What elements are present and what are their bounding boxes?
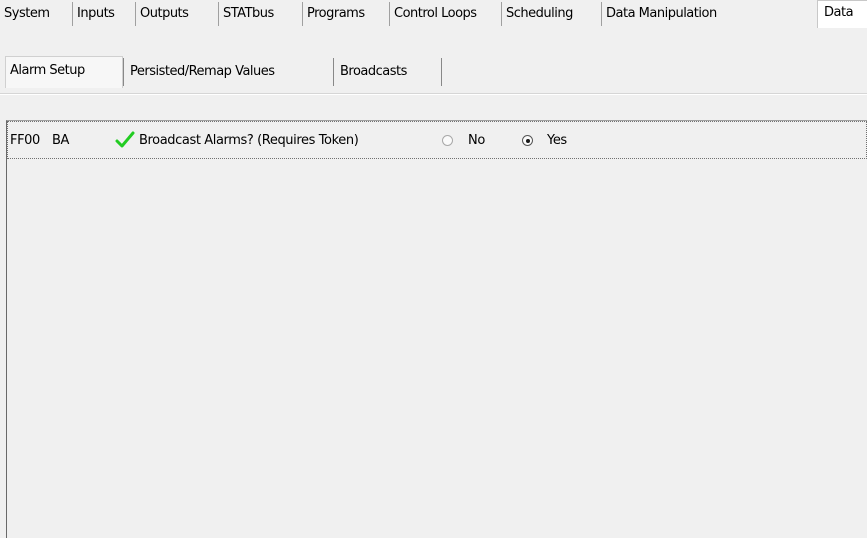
broadcast-alarms-question: Broadcast Alarms? (Requires Token) — [139, 133, 359, 148]
tab-data[interactable]: Data — [817, 0, 867, 28]
sub-tab-bar: Alarm Setup Persisted/Remap Values Broad… — [0, 56, 867, 95]
tab-system[interactable]: System — [0, 2, 73, 26]
tab-control-loops[interactable]: Control Loops — [390, 2, 502, 26]
radio-yes[interactable] — [522, 135, 533, 146]
tab-programs[interactable]: Programs — [303, 2, 390, 26]
check-icon — [115, 131, 135, 148]
tab-scheduling[interactable]: Scheduling — [502, 2, 602, 26]
tab-divider — [0, 93, 867, 95]
tab-data-manipulation[interactable]: Data Manipulation — [602, 2, 820, 26]
tab-alarm-setup[interactable]: Alarm Setup — [5, 56, 123, 88]
code-label: BA — [52, 133, 70, 148]
tab-inputs[interactable]: Inputs — [73, 2, 136, 26]
alarm-broadcast-row: FF00 BA Broadcast Alarms? (Requires Toke… — [7, 121, 867, 159]
radio-yes-label[interactable]: Yes — [547, 132, 567, 150]
tab-persisted-remap-values[interactable]: Persisted/Remap Values — [123, 58, 334, 86]
alarm-setup-panel: FF00 BA Broadcast Alarms? (Requires Toke… — [6, 120, 867, 538]
tab-broadcasts[interactable]: Broadcasts — [334, 58, 442, 86]
tab-outputs[interactable]: Outputs — [136, 2, 219, 26]
top-tab-bar: System Inputs Outputs STATbus Programs C… — [0, 0, 867, 34]
radio-no-label[interactable]: No — [468, 132, 485, 150]
tab-statbus[interactable]: STATbus — [219, 2, 303, 26]
address-label: FF00 — [10, 133, 40, 148]
radio-no[interactable] — [442, 135, 453, 146]
